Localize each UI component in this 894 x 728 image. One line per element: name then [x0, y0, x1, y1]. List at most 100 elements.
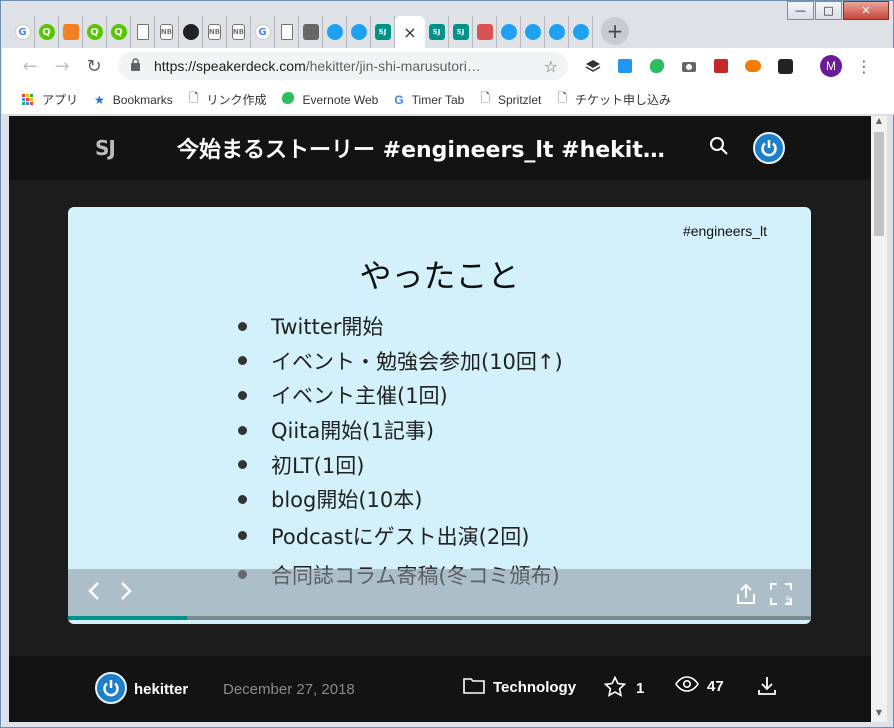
share-icon[interactable] [736, 583, 756, 609]
scroll-up-icon[interactable]: ▲ [871, 116, 887, 130]
bullet-dot-icon [238, 494, 247, 504]
cloud-extension-icon[interactable] [742, 55, 764, 77]
speakerdeck-logo[interactable]: SJ [95, 136, 116, 160]
pdf-extension-icon[interactable] [710, 55, 732, 77]
bookmark-timer-tab[interactable]: G Timer Tab [394, 93, 464, 107]
browser-toolbar: ← → ↻ https://speakerdeck.com/hekitter/j… [2, 48, 894, 85]
reload-icon[interactable]: ↻ [78, 56, 110, 77]
tab-document[interactable] [275, 16, 299, 48]
tab-notebook[interactable]: NB [227, 16, 251, 48]
camera-extension-icon[interactable] [678, 55, 700, 77]
tab-document[interactable] [131, 16, 155, 48]
kebab-menu-icon[interactable]: ⋮ [856, 57, 872, 76]
new-tab-button[interactable]: + [601, 17, 629, 45]
profile-avatar[interactable]: M [820, 55, 842, 77]
tab-twitter[interactable] [545, 16, 569, 48]
twitter-icon [524, 24, 541, 40]
scroll-down-icon[interactable]: ▼ [871, 708, 887, 722]
tab-speakerdeck[interactable]: SJ [371, 16, 395, 48]
minimize-button[interactable]: — [787, 1, 814, 20]
slide-bullet: Qiita開始(1記事) [238, 413, 563, 448]
tab-qiita[interactable]: Q [83, 16, 107, 48]
author-avatar[interactable] [95, 672, 127, 704]
tab-speakerdeck[interactable]: SJ [449, 16, 473, 48]
url-text: https://speakerdeck.com/hekitter/jin-shi… [154, 58, 524, 74]
bullet-dot-icon [238, 356, 247, 366]
slide-viewer[interactable]: #engineers_lt やったこと Twitter開始 イベント・勉強会参加… [68, 207, 811, 624]
tab-reader[interactable] [299, 16, 323, 48]
page-scrollbar[interactable]: ▲ ▼ [871, 116, 887, 722]
bookmark-apps[interactable]: アプリ [22, 91, 78, 108]
tab-twitter[interactable] [497, 16, 521, 48]
slide-bullet: イベント・勉強会参加(10回↑) [238, 344, 563, 379]
bookmark-extension-icon[interactable] [614, 55, 636, 77]
tab-stackoverflow[interactable] [59, 16, 83, 48]
slide-bullet-list: Twitter開始 イベント・勉強会参加(10回↑) イベント主催(1回) Qi… [238, 309, 563, 595]
site-header: SJ 今始まるストーリー #engineers_lt #hekitt… [9, 116, 871, 180]
next-slide-icon[interactable] [120, 581, 132, 607]
category-link[interactable]: Technology [463, 676, 576, 698]
close-tab-icon[interactable]: × [403, 23, 416, 42]
ticket-icon [476, 24, 493, 40]
tab-speakerdeck[interactable]: SJ [425, 16, 449, 48]
forward-icon[interactable]: → [46, 56, 78, 77]
tab-twitter[interactable] [569, 16, 593, 48]
tab-qiita[interactable]: Q [107, 16, 131, 48]
view-count-value: 47 [707, 677, 724, 695]
layers-extension-icon[interactable] [582, 55, 604, 77]
bookmark-link-create[interactable]: 🗋 リンク作成 [189, 89, 267, 110]
tab-twitter[interactable] [323, 16, 347, 48]
tab-google[interactable]: G [251, 16, 275, 48]
tab-twitter[interactable] [521, 16, 545, 48]
bullet-dot-icon [238, 425, 247, 435]
twitter-icon [326, 24, 343, 40]
tab-twitter[interactable] [347, 16, 371, 48]
bullet-dot-icon [238, 321, 247, 331]
window-close-button[interactable]: ✕ [843, 1, 889, 20]
qiita-icon: Q [38, 24, 55, 40]
bookmarks-bar: アプリ ★ Bookmarks 🗋 リンク作成 Evernote Web G T… [2, 85, 894, 115]
user-avatar[interactable] [753, 132, 785, 164]
reader-icon [302, 24, 319, 40]
bookmark-bookmarks[interactable]: ★ Bookmarks [94, 93, 173, 107]
star-count-value: 1 [636, 680, 645, 697]
url-path: /hekitter/jin-shi-marusutori… [305, 58, 481, 74]
download-button[interactable] [757, 676, 777, 696]
tab-strip: G Q Q Q NB NB NB G SJ × SJ SJ + [11, 15, 629, 48]
bookmark-label: Spritzlet [498, 92, 542, 107]
previous-slide-icon[interactable] [88, 581, 100, 607]
evernote-extension-icon[interactable] [646, 55, 668, 77]
tab-qiita[interactable]: Q [35, 16, 59, 48]
bookmark-evernote[interactable]: Evernote Web [282, 92, 378, 107]
bookmark-spritzlet[interactable]: 🗋 Spritzlet [480, 89, 541, 110]
document-icon [136, 24, 149, 40]
search-icon[interactable] [709, 136, 729, 160]
bookmark-star-icon[interactable]: ☆ [544, 57, 558, 76]
bookmark-ticket[interactable]: 🗋 チケット申し込み [557, 89, 671, 110]
tab-github[interactable] [179, 16, 203, 48]
google-icon: G [14, 24, 31, 40]
bookmark-label: アプリ [42, 93, 79, 107]
deck-title: 今始まるストーリー #engineers_lt #hekitt… [177, 138, 667, 163]
tampermonkey-extension-icon[interactable] [774, 55, 796, 77]
tab-active[interactable]: × [395, 16, 425, 48]
bookmark-label: リンク作成 [206, 93, 267, 107]
author-link[interactable]: hekitter [134, 681, 188, 698]
slide-bullet-text: Qiita開始(1記事) [271, 419, 435, 444]
tab-ticket[interactable] [473, 16, 497, 48]
twitter-icon [548, 24, 565, 40]
speakerdeck-icon: SJ [428, 24, 445, 40]
maximize-button[interactable]: □ [815, 1, 842, 20]
tab-notebook[interactable]: NB [155, 16, 179, 48]
notebook-icon: NB [232, 24, 245, 40]
slide-bullet-text: 初LT(1回) [271, 453, 365, 478]
back-icon[interactable]: ← [14, 56, 46, 77]
lock-icon [130, 58, 144, 74]
address-bar[interactable]: https://speakerdeck.com/hekitter/jin-shi… [118, 52, 568, 80]
google-icon: G [394, 92, 404, 107]
star-count[interactable]: 1 [603, 675, 645, 701]
scroll-thumb[interactable] [874, 132, 884, 236]
tab-notebook[interactable]: NB [203, 16, 227, 48]
tab-google[interactable]: G [11, 16, 35, 48]
slide-progress-bar[interactable] [68, 616, 811, 620]
